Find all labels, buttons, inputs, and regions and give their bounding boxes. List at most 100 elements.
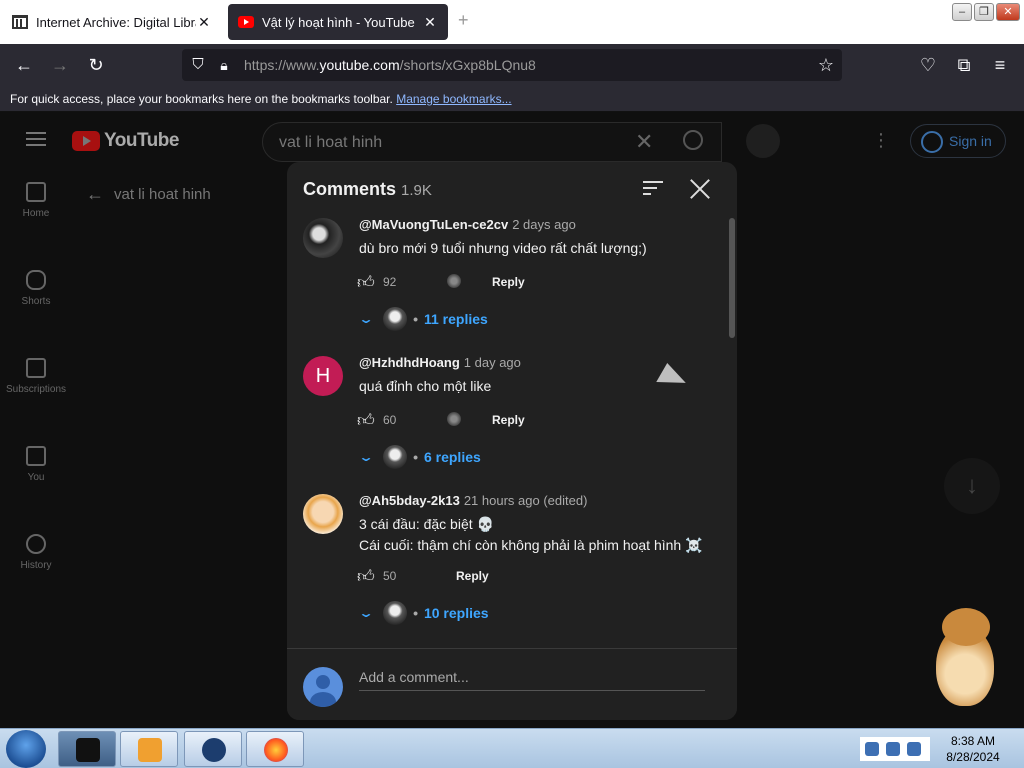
url-bar[interactable]: ⛉ 🔒︎ https://www.youtube.com/shorts/xGxp… [182,49,842,81]
subscriptions-icon [26,358,46,378]
reply-button[interactable]: Reply [492,413,525,427]
youtube-sidebar: Home Shorts Subscriptions You History [0,168,72,608]
menu-icon[interactable]: ≡ [988,53,1012,77]
replies-count: 10 replies [423,605,489,621]
taskbar-app-firefox[interactable] [246,731,304,767]
creator-avatar [383,445,408,469]
browser-tab-bar: Internet Archive: Digital Library ✕ Vật … [0,0,1024,44]
shield-icon[interactable]: ⛉ [186,53,210,77]
close-tab-icon[interactable]: ✕ [196,14,212,31]
back-label: vat li hoat hinh [114,186,211,203]
maximize-button[interactable]: ❐ [974,3,994,21]
comments-count: 1.9K [401,182,432,199]
tray-volume-icon[interactable] [907,742,921,756]
sidebar-item-label: You [27,472,45,483]
replies-count: 6 replies [423,449,481,465]
url-text: https://www.youtube.com/shorts/xGxp8bLQn… [244,57,536,73]
tab-title: Internet Archive: Digital Library [36,14,196,30]
separator-dot: • [413,449,418,465]
home-icon [26,182,46,202]
back-icon[interactable]: ← [12,53,36,77]
extensions-icon[interactable]: ⧉ [952,53,976,77]
sidebar-item-label: Home [22,208,50,219]
bookmarks-toolbar: For quick access, place your bookmarks h… [0,86,1024,112]
shorts-icon [26,270,46,290]
add-comment-input[interactable]: Add a comment... [359,667,705,691]
reply-button[interactable]: Reply [492,275,525,289]
lock-icon[interactable]: 🔒︎ [212,53,236,77]
like-count: 50 [383,569,397,583]
close-tab-icon[interactable]: ✕ [422,14,438,31]
avatar[interactable] [303,218,343,258]
like-count: 92 [383,275,397,289]
view-replies-button[interactable]: ⌄ • 11 replies [357,306,488,332]
thumbs-up-icon[interactable]: 👍︎ [357,410,377,430]
sort-icon[interactable] [643,181,663,195]
search-icon[interactable] [683,130,703,150]
chevron-down-icon: ⌄ [357,450,375,464]
user-avatar-icon [303,667,343,707]
comments-panel: Comments 1.9K @MaVuongTuLen-ce2cv 2 days … [287,162,737,720]
window-controls: – ❐ ✕ [952,3,1020,21]
you-icon [26,446,46,466]
pocket-icon[interactable]: ♡ [916,53,940,77]
close-window-button[interactable]: ✕ [996,3,1020,21]
new-tab-icon[interactable]: + [458,10,469,31]
clock-time: 8:38 AM [950,734,996,748]
separator-dot: • [413,311,418,327]
comment-author[interactable]: @MaVuongTuLen-ce2cv 2 days ago [359,217,576,232]
tab-title: Vật lý hoạt hình - YouTube [262,14,415,30]
start-button[interactable] [6,730,46,768]
comment-author[interactable]: @HzhdhdHoang 1 day ago [359,355,521,370]
comments-scrollbar[interactable] [729,218,735,338]
internet-archive-icon [12,15,28,29]
youtube-logo[interactable]: YouTube [72,130,179,152]
microphone-icon[interactable] [746,124,780,158]
thumbs-up-icon[interactable]: 👍︎ [357,566,377,586]
tab-youtube[interactable]: Vật lý hoạt hình - YouTube ✕ [228,4,448,40]
avatar[interactable] [303,494,343,534]
reply-button[interactable]: Reply [456,569,489,583]
bookmark-star-icon[interactable]: ☆ [814,53,838,77]
next-video-button[interactable]: ↓ [944,458,1000,514]
thumbs-down-icon[interactable] [447,412,461,426]
sidebar-item-home[interactable]: Home [0,182,72,256]
youtube-header: YouTube vat li hoat hinh ✕ ⋮ Sign in [0,112,1024,168]
tray-network-icon[interactable] [865,742,879,756]
tab-internet-archive[interactable]: Internet Archive: Digital Library ✕ [2,4,222,40]
close-icon[interactable] [689,178,711,200]
hamburger-menu-icon[interactable] [26,132,46,146]
taskbar-clock[interactable]: 8:38 AM 8/28/2024 [936,733,1010,765]
windows-taskbar: 8:38 AM 8/28/2024 [0,728,1024,768]
sign-in-button[interactable]: Sign in [910,124,1006,158]
more-options-icon[interactable]: ⋮ [872,130,890,151]
terminal-icon [76,738,100,762]
sidebar-item-subscriptions[interactable]: Subscriptions [0,358,72,432]
chevron-down-icon: ⌄ [357,312,375,326]
tray-monitor-icon[interactable] [886,742,900,756]
browser-nav-bar: ← → ↻ ⛉ 🔒︎ https://www.youtube.com/short… [0,44,1024,86]
manage-bookmarks-link[interactable]: Manage bookmarks... [396,92,511,106]
sidebar-item-history[interactable]: History [0,534,72,608]
forward-icon[interactable]: → [48,53,72,77]
minimize-button[interactable]: – [952,3,972,21]
sidebar-item-you[interactable]: You [0,446,72,520]
search-input[interactable]: vat li hoat hinh ✕ [262,122,722,162]
history-icon [26,534,46,554]
reload-icon[interactable]: ↻ [84,53,108,77]
search-value: vat li hoat hinh [279,134,383,151]
comment-text: 3 cái đầu: đặc biệt 💀 Cái cuối: thậm chí… [359,514,719,556]
taskbar-app-media-player[interactable] [120,731,178,767]
thumbs-up-icon[interactable]: 👍︎ [357,272,377,292]
taskbar-app-globe[interactable] [184,731,242,767]
thumbs-down-icon[interactable] [447,274,461,288]
comment-author[interactable]: @Ah5bday-2k13 21 hours ago (edited) [359,493,587,508]
avatar[interactable]: H [303,356,343,396]
view-replies-button[interactable]: ⌄ • 10 replies [358,600,489,626]
comment-time: 2 days ago [512,217,576,232]
view-replies-button[interactable]: ⌄ • 6 replies [357,444,481,470]
clear-search-icon[interactable]: ✕ [635,129,653,155]
taskbar-app-terminal[interactable] [58,731,116,767]
sidebar-item-shorts[interactable]: Shorts [0,270,72,344]
back-to-search[interactable]: ← vat li hoat hinh [86,184,211,205]
